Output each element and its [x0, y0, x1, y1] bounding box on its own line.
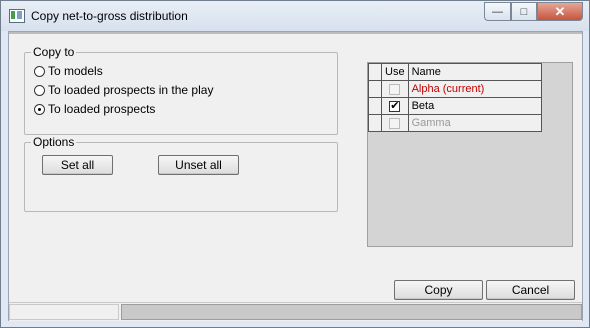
use-cell[interactable] — [381, 114, 409, 132]
use-checkbox[interactable] — [389, 117, 401, 129]
row-header[interactable] — [368, 97, 382, 115]
title-bar[interactable]: Copy net-to-gross distribution — □ ✕ — [1, 1, 589, 31]
close-button[interactable]: ✕ — [537, 2, 583, 21]
use-checkbox[interactable] — [389, 99, 401, 112]
column-header-use[interactable]: Use — [381, 63, 409, 81]
status-bar — [9, 302, 582, 321]
copy-to-legend: Copy to — [31, 45, 77, 59]
maximize-icon: □ — [520, 5, 528, 18]
status-panel-right — [121, 304, 582, 320]
minimize-button[interactable]: — — [484, 2, 511, 21]
copy-to-group: Copy to To models To loaded prospects in… — [24, 45, 338, 135]
column-header-name[interactable]: Name — [407, 63, 542, 81]
caption-buttons: — □ ✕ — [484, 2, 583, 21]
radio-to-loaded-prospects-in-play[interactable]: To loaded prospects in the play — [34, 83, 213, 97]
table-row[interactable]: Alpha (current) — [368, 80, 542, 98]
radio-to-loaded-prospects[interactable]: To loaded prospects — [34, 102, 155, 116]
row-header[interactable] — [368, 114, 382, 132]
use-cell[interactable] — [381, 80, 409, 98]
maximize-button[interactable]: □ — [511, 2, 537, 21]
prospect-table: Use Name Alpha (current) Beta Gamma — [368, 63, 542, 132]
radio-button[interactable] — [34, 84, 45, 96]
use-checkbox[interactable] — [389, 83, 401, 95]
dialog-window: Copy net-to-gross distribution — □ ✕ Cop… — [0, 0, 590, 328]
window-title: Copy net-to-gross distribution — [31, 9, 188, 23]
table-row[interactable]: Gamma — [368, 114, 542, 132]
radio-label: To loaded prospects in the play — [48, 83, 214, 97]
radio-label: To loaded prospects — [48, 102, 156, 116]
radio-button[interactable] — [34, 103, 45, 115]
cancel-button[interactable]: Cancel — [486, 280, 575, 300]
name-cell: Alpha (current) — [407, 80, 542, 98]
table-row[interactable]: Beta — [368, 97, 542, 115]
status-panel-left — [9, 304, 119, 320]
name-cell: Gamma — [407, 114, 542, 132]
radio-label: To models — [48, 64, 103, 78]
row-header[interactable] — [368, 80, 382, 98]
name-cell: Beta — [407, 97, 542, 115]
dialog-client-area: Copy to To models To loaded prospects in… — [8, 31, 583, 321]
table-header-row: Use Name — [368, 63, 542, 81]
close-icon: ✕ — [554, 3, 566, 19]
radio-to-models[interactable]: To models — [34, 64, 103, 78]
copy-button[interactable]: Copy — [394, 280, 483, 300]
app-icon — [9, 9, 25, 23]
minimize-icon: — — [492, 5, 503, 18]
radio-button[interactable] — [34, 65, 45, 77]
unset-all-button[interactable]: Unset all — [158, 155, 239, 175]
set-all-button[interactable]: Set all — [42, 155, 113, 175]
use-cell[interactable] — [381, 97, 409, 115]
options-legend: Options — [31, 135, 77, 149]
prospect-grid: Use Name Alpha (current) Beta Gamma — [367, 62, 573, 247]
options-group: Options Set all Unset all — [24, 135, 338, 212]
row-header-corner — [368, 63, 382, 81]
